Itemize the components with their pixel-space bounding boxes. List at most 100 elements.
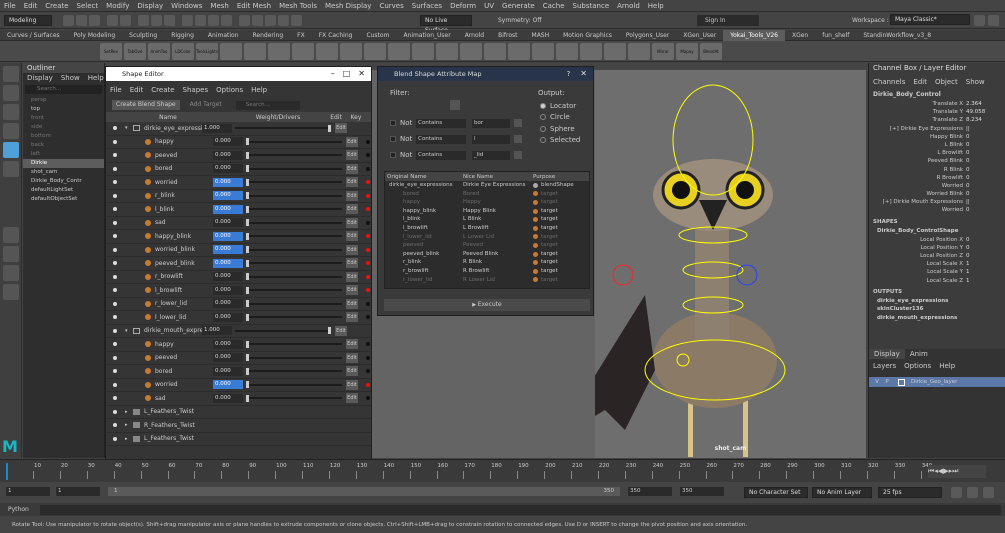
menu-create[interactable]: Create (41, 0, 72, 12)
weight-slider[interactable] (246, 246, 342, 254)
auto-key-icon[interactable] (951, 487, 962, 498)
shape-editor-menu-create[interactable]: Create (147, 85, 178, 95)
shelf-tool-icon[interactable] (316, 42, 338, 60)
lasso-tool-icon[interactable] (3, 85, 19, 101)
add-target-button[interactable]: Add Target (186, 100, 226, 110)
weight-value-field[interactable]: 0.000 (213, 312, 243, 322)
attribute-row[interactable]: r_blink R Blink target (385, 258, 589, 267)
layer-menu-options[interactable]: Options (900, 361, 935, 371)
key-indicator-icon[interactable] (366, 234, 370, 239)
visibility-toggle-icon[interactable] (113, 342, 117, 347)
outliner-menu-display[interactable]: Display (23, 73, 57, 83)
menu-select[interactable]: Select (73, 0, 103, 12)
outliner-item[interactable]: shot_cam (23, 168, 104, 177)
weight-slider-thumb[interactable] (246, 394, 249, 402)
weight-value-field[interactable]: 0.000 (213, 137, 243, 147)
channel-row[interactable]: Worried Blink 0 (869, 190, 1005, 198)
outliner-item[interactable]: Dirkie (23, 159, 104, 168)
weight-value-field[interactable]: 0.000 (213, 393, 243, 403)
redo-icon[interactable] (120, 14, 131, 26)
channel-row[interactable]: Local Scale Z1 (869, 277, 1005, 285)
anim-layer-selector[interactable]: No Anim Layer (812, 487, 872, 498)
render-icon[interactable] (252, 14, 263, 26)
attribute-row[interactable]: bored Bored target (385, 190, 589, 199)
key-indicator-icon[interactable] (366, 180, 370, 185)
shelf-tool-icon[interactable] (436, 42, 458, 60)
key-indicator-icon[interactable] (366, 288, 370, 293)
weight-value-field[interactable]: 0.000 (213, 191, 243, 201)
edit-button[interactable]: Edit (346, 231, 358, 242)
weight-slider-thumb[interactable] (246, 232, 249, 240)
weight-slider[interactable] (246, 232, 342, 240)
shelf-tool-icon[interactable]: LDColor (172, 42, 194, 60)
channel-value[interactable]: || (966, 198, 970, 206)
column-header[interactable]: Purpose (531, 174, 589, 180)
minimize-icon[interactable]: – (331, 67, 335, 81)
channel-row[interactable]: R Browlift 0 (869, 174, 1005, 182)
channel-row[interactable]: Worried 0 (869, 206, 1005, 214)
weight-slider-thumb[interactable] (328, 124, 331, 132)
shape-row[interactable]: bored 0.000 Edit (106, 365, 371, 379)
filter-value-input[interactable]: l (472, 134, 510, 144)
key-indicator-icon[interactable] (366, 369, 370, 374)
weight-slider-thumb[interactable] (246, 313, 249, 321)
purpose-cell[interactable]: target (531, 224, 589, 233)
visibility-toggle-icon[interactable] (113, 382, 117, 387)
filter-checkbox[interactable] (390, 120, 396, 126)
visibility-toggle-icon[interactable] (113, 220, 117, 225)
channel-row[interactable]: Local Scale X1 (869, 260, 1005, 268)
shelf-tool-icon[interactable] (508, 42, 530, 60)
channel-value[interactable]: 1 (966, 277, 970, 285)
channel-value[interactable]: 0 (966, 236, 970, 244)
menu-mesh-tools[interactable]: Mesh Tools (275, 0, 321, 12)
single-view-icon[interactable] (3, 227, 19, 243)
weight-slider-thumb[interactable] (246, 178, 249, 186)
viewport[interactable]: shot_cam (555, 70, 866, 458)
key-indicator-icon[interactable] (366, 342, 370, 347)
channel-row[interactable]: [+] Dirkie Mouth Expressions || (869, 198, 1005, 206)
channel-value[interactable]: 1 (966, 268, 970, 276)
weight-slider[interactable] (246, 367, 342, 375)
weight-slider[interactable] (246, 300, 342, 308)
weight-slider[interactable] (246, 138, 342, 146)
shape-row[interactable]: happy 0.000 Edit (106, 136, 371, 149)
shelf-tool-icon[interactable] (580, 42, 602, 60)
shelf-tool-icon[interactable] (628, 42, 650, 60)
outliner-item[interactable]: persp (23, 96, 104, 105)
expand-arrow-icon[interactable]: ▸ (125, 409, 133, 415)
key-indicator-icon[interactable] (366, 382, 370, 387)
weight-value-field[interactable]: 0.000 (213, 366, 243, 376)
weight-slider-thumb[interactable] (246, 138, 249, 146)
menu-arnold[interactable]: Arnold (613, 0, 644, 12)
edit-button[interactable]: Edit (346, 339, 358, 350)
purpose-cell[interactable]: target (531, 198, 589, 207)
shelf-tab-16[interactable]: Yokai_Tools_V26 (723, 29, 785, 41)
menu-generate[interactable]: Generate (498, 0, 539, 12)
shape-row[interactable]: ▾ dirkie_eye_expressio 1.000 Edit (106, 122, 371, 136)
filter-value-input[interactable]: _lid (472, 150, 510, 160)
layer-row[interactable]: V P Dirkie_Geo_layer (869, 377, 1005, 387)
close-icon[interactable]: ✕ (358, 67, 365, 81)
menu-edit[interactable]: Edit (20, 0, 42, 12)
channel-value[interactable]: 0 (966, 133, 970, 141)
shelf-tool-icon[interactable] (460, 42, 482, 60)
weight-slider[interactable] (246, 354, 342, 362)
key-indicator-icon[interactable] (366, 301, 370, 306)
shape-editor-search-input[interactable]: Search... (235, 100, 300, 110)
scale-tool-icon[interactable] (3, 161, 19, 177)
key-indicator-icon[interactable] (366, 220, 370, 225)
shelf-tool-icon[interactable] (604, 42, 626, 60)
menu-substance[interactable]: Substance (569, 0, 614, 12)
shelf-tool-icon[interactable] (484, 42, 506, 60)
snap-curve-icon[interactable] (195, 14, 206, 26)
channel-row[interactable]: Local Scale Y1 (869, 268, 1005, 276)
shape-row[interactable]: worried 0.000 Edit (106, 176, 371, 190)
channel-box-toggle-icon[interactable] (988, 15, 999, 26)
shelf-tab-11[interactable]: Bifrost (491, 30, 524, 41)
output-option[interactable]: Selected (540, 135, 580, 147)
history-icon[interactable] (239, 14, 250, 26)
channel-value[interactable]: 0 (966, 190, 970, 198)
select-object-icon[interactable] (151, 14, 162, 26)
menu-file[interactable]: File (0, 0, 20, 12)
filter-value-input[interactable]: bor (472, 118, 510, 128)
